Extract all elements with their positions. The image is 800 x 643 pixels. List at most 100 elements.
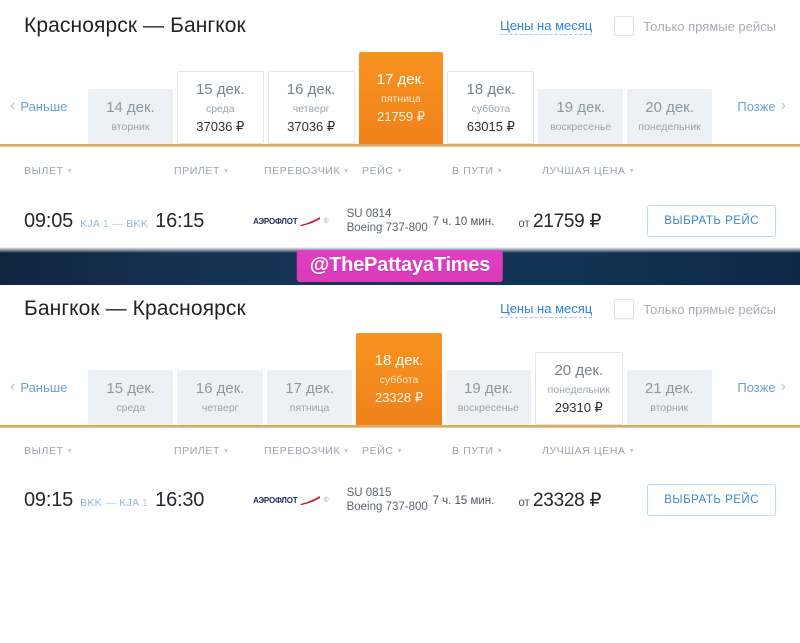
date-tile-weekday: четверг: [201, 402, 239, 414]
date-tile-price: 37036 ₽: [196, 119, 245, 134]
flight-row-inbound[interactable]: 09:15 BKK — KJA 1 16:30 АЭРОФЛОТ ® SU 08…: [24, 474, 776, 526]
date-tile-day: 17 дек.: [285, 380, 334, 397]
date-tile-weekday: вторник: [111, 121, 150, 133]
column-header-flight[interactable]: РЕЙС ▾: [362, 445, 452, 457]
caret-down-icon: ▾: [344, 166, 349, 175]
earlier-label-inbound: Раньше: [20, 379, 68, 395]
flight-number-outbound: SU 0814: [346, 208, 392, 220]
date-tile-day: 18 дек.: [374, 351, 424, 369]
aircraft-inbound: Boeing 737-800: [346, 501, 428, 513]
date-tile[interactable]: 16 дек. четверг 37036 ₽: [267, 71, 355, 144]
column-label-carrier: ПЕРЕВОЗЧИК: [264, 445, 341, 457]
aeroflot-logo-mark: ®: [323, 217, 329, 225]
aeroflot-swoosh-icon: [300, 216, 321, 226]
later-dates-button-inbound[interactable]: Позже ›: [712, 379, 790, 425]
later-dates-button-outbound[interactable]: Позже ›: [712, 98, 790, 144]
caret-down-icon: ▾: [67, 166, 73, 175]
route-iata-inbound: BKK — KJA 1: [80, 497, 148, 509]
date-tile-day: 14 дек.: [106, 99, 155, 116]
direct-only-control-inbound[interactable]: Только прямые рейсы: [614, 299, 776, 319]
column-header-depart[interactable]: ВЫЛЕТ ▾: [24, 445, 174, 457]
column-header-duration[interactable]: В ПУТИ ▾: [452, 165, 542, 177]
later-label-inbound: Позже: [737, 379, 776, 395]
month-prices-link-outbound[interactable]: Цены на месяц: [500, 18, 593, 35]
earlier-dates-button-inbound[interactable]: ‹ Раньше: [10, 379, 88, 425]
caret-down-icon: ▾: [224, 446, 229, 455]
date-tile[interactable]: 20 дек. понедельник: [627, 89, 713, 144]
date-tile[interactable]: 19 дек. воскресенье: [445, 370, 532, 425]
chevron-right-icon: ›: [780, 378, 786, 395]
date-tile[interactable]: 20 дек. понедельник 29310 ₽: [535, 352, 623, 425]
aircraft-outbound: Boeing 737-800: [346, 222, 428, 234]
column-header-carrier[interactable]: ПЕРЕВОЗЧИК ▾: [264, 445, 362, 457]
search-section-inbound: Бангкок — Красноярск Цены на месяц Тольк…: [0, 285, 800, 526]
date-tile[interactable]: 19 дек. воскресенье: [538, 89, 624, 144]
price-prefix-outbound: от: [518, 217, 530, 230]
column-header-price[interactable]: ЛУЧШАЯ ЦЕНА ▾: [542, 165, 677, 177]
date-tile[interactable]: 21 дек. вторник: [626, 370, 712, 425]
direct-only-checkbox-inbound[interactable]: [614, 299, 635, 319]
date-tile[interactable]: 14 дек. вторник: [88, 89, 173, 144]
column-label-arrive: ПРИЛЕТ: [174, 165, 221, 177]
route-dash-inbound: —: [105, 496, 117, 509]
date-tile-day: 18 дек.: [466, 81, 516, 98]
column-header-flight[interactable]: РЕЙС ▾: [362, 165, 452, 177]
column-label-depart: ВЫЛЕТ: [24, 445, 64, 457]
column-header-depart[interactable]: ВЫЛЕТ ▾: [24, 165, 174, 177]
column-header-price[interactable]: ЛУЧШАЯ ЦЕНА ▾: [542, 445, 677, 457]
date-tile[interactable]: 15 дек. среда: [88, 370, 174, 425]
chevron-right-icon: ›: [780, 97, 786, 114]
date-tile-day: 17 дек.: [376, 70, 426, 88]
date-tile-weekday: суббота: [379, 373, 419, 386]
select-flight-button-inbound[interactable]: Выбрать рейс: [647, 484, 776, 516]
action-cell-inbound: Выбрать рейс: [647, 484, 776, 516]
direct-only-label-inbound: Только прямые рейсы: [643, 301, 776, 317]
section-header-inbound: Бангкок — Красноярск Цены на месяц Тольк…: [0, 285, 800, 333]
select-flight-button-outbound[interactable]: Выбрать рейс: [647, 205, 776, 237]
column-label-arrive: ПРИЛЕТ: [174, 445, 221, 457]
date-tile-price: 37036 ₽: [287, 119, 336, 134]
date-tile[interactable]: 17 дек. пятница: [266, 370, 353, 425]
direct-only-control-outbound[interactable]: Только прямые рейсы: [614, 16, 776, 36]
carrier-cell-outbound: АЭРОФЛОТ ®: [253, 216, 347, 226]
aeroflot-logo-icon: АЭРОФЛОТ ®: [253, 495, 347, 504]
flight-number-cell-outbound: SU 0814 Boeing 737-800: [347, 207, 433, 235]
price-cell-outbound: от 21759 ₽: [518, 210, 647, 233]
aeroflot-logo-text: АЭРОФЛОТ: [253, 216, 298, 226]
depart-time-outbound: 09:05: [24, 209, 74, 232]
date-tile-price: 29310 ₽: [554, 400, 603, 415]
date-tile-day: 20 дек.: [645, 99, 694, 116]
action-cell-outbound: Выбрать рейс: [647, 205, 776, 237]
origin-terminal-outbound: 1: [102, 217, 109, 230]
duration-inbound: 7 ч. 15 мин.: [432, 495, 495, 507]
column-header-arrive[interactable]: ПРИЛЕТ ▾: [174, 445, 264, 457]
date-tiles-outbound: 14 дек. вторник 15 дек. среда 37036 ₽16 дек.…: [88, 52, 713, 144]
flight-row-outbound[interactable]: 09:05 KJA 1 — BKK 16:15 АЭРОФЛОТ ® SU 08…: [24, 195, 776, 247]
earlier-dates-button-outbound[interactable]: ‹ Раньше: [10, 98, 88, 144]
column-header-arrive[interactable]: ПРИЛЕТ ▾: [174, 165, 264, 177]
duration-outbound: 7 ч. 10 мин.: [432, 216, 495, 228]
date-tile[interactable]: 18 дек. суббота 23328 ₽: [356, 333, 442, 425]
section-divider-inbound: [0, 425, 800, 427]
column-header-carrier[interactable]: ПЕРЕВОЗЧИК ▾: [264, 165, 362, 177]
month-prices-link-inbound[interactable]: Цены на месяц: [500, 301, 593, 318]
destination-terminal-inbound: 1: [142, 496, 149, 509]
column-label-price: ЛУЧШАЯ ЦЕНА: [542, 445, 626, 457]
column-header-duration[interactable]: В ПУТИ ▾: [452, 445, 542, 457]
date-tile-weekday: понедельник: [547, 384, 611, 396]
date-tile[interactable]: 17 дек. пятница 21759 ₽: [358, 52, 444, 144]
caret-down-icon: ▾: [397, 446, 403, 455]
origin-iata-inbound: BKK: [80, 496, 102, 509]
caret-down-icon: ▾: [497, 446, 503, 455]
date-tile-day: 20 дек.: [554, 362, 604, 379]
direct-only-checkbox-outbound[interactable]: [614, 16, 635, 36]
watermark-banner: @ThePattayaTimes: [0, 247, 800, 288]
date-tile[interactable]: 15 дек. среда 37036 ₽: [176, 71, 264, 144]
price-cell-inbound: от 23328 ₽: [518, 489, 647, 512]
date-tile[interactable]: 16 дек. четверг: [177, 370, 263, 425]
flight-times-inbound: 09:15 BKK — KJA 1 16:30: [24, 489, 253, 512]
date-tile[interactable]: 18 дек. суббота 63015 ₽: [447, 71, 535, 144]
date-strip-outbound: ‹ Раньше 14 дек. вторник 15 дек. среда 37036…: [0, 52, 800, 144]
column-headers-outbound: ВЫЛЕТ ▾ ПРИЛЕТ ▾ ПЕРЕВОЗЧИК ▾ РЕЙС ▾ В ПУТИ ▾…: [24, 147, 776, 195]
date-tile-weekday: пятница: [381, 92, 421, 105]
